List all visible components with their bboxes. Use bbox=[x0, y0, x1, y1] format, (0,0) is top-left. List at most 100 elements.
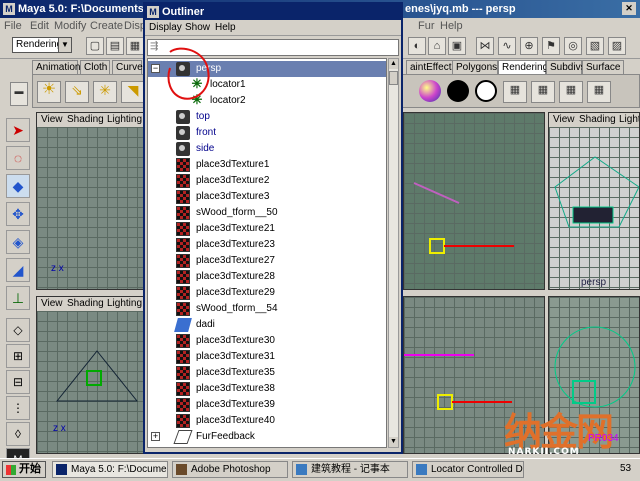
ambient-light-icon[interactable]: ☀ bbox=[37, 81, 61, 103]
outliner-item[interactable]: sWood_tform__50 bbox=[148, 205, 386, 221]
viewport-menu-view[interactable]: View bbox=[553, 113, 575, 127]
tab-polygons[interactable]: Polygons bbox=[452, 60, 498, 74]
tab-rendering[interactable]: Rendering bbox=[498, 60, 548, 74]
scroll-up-icon[interactable]: ▲ bbox=[389, 59, 398, 69]
spot-light-icon[interactable]: ◥ bbox=[121, 81, 145, 103]
snap-view-icon[interactable]: ⊕ bbox=[520, 37, 538, 55]
lock-icon[interactable]: ⌂ bbox=[428, 37, 446, 55]
hypershade-icon[interactable]: ◊ bbox=[6, 422, 30, 446]
viewport-top-right[interactable]: View Shading Lighting persp bbox=[548, 112, 640, 290]
outliner-item[interactable]: place3dTexture31 bbox=[148, 349, 386, 365]
new-scene-icon[interactable]: ▢ bbox=[86, 37, 104, 55]
menu-set-dropdown[interactable]: Rendering ▼ bbox=[12, 37, 72, 53]
outliner-scrollbar[interactable]: ▲ ▼ bbox=[388, 58, 399, 448]
render-icon[interactable]: ◐ bbox=[408, 37, 426, 55]
outliner-item[interactable]: place3dTexture23 bbox=[148, 237, 386, 253]
outliner-item[interactable]: place3dTexture1 bbox=[148, 157, 386, 173]
task-maya[interactable]: Maya 5.0: F:\Docume... bbox=[52, 461, 168, 478]
history-icon[interactable]: ⚑ bbox=[542, 37, 560, 55]
viewport-top-center[interactable] bbox=[403, 112, 545, 290]
outliner-item[interactable]: place3dTexture39 bbox=[148, 397, 386, 413]
black-shader-icon[interactable] bbox=[447, 80, 469, 102]
outliner-item[interactable]: sWood_tform__54 bbox=[148, 301, 386, 317]
paint-select-icon[interactable]: ◆ bbox=[6, 174, 30, 198]
menu-create[interactable]: Create bbox=[90, 20, 123, 32]
tab-surface[interactable]: Surface bbox=[582, 60, 624, 74]
hardware-render-icon[interactable]: ▦ bbox=[587, 81, 611, 103]
viewport-menu-lighting[interactable]: Lighting bbox=[619, 113, 639, 127]
outliner-item[interactable]: place3dTexture29 bbox=[148, 285, 386, 301]
persp-outliner-icon[interactable]: ⋮ bbox=[6, 396, 30, 420]
select-tool-icon[interactable]: ➤ bbox=[6, 118, 30, 142]
outliner-item[interactable]: place3dTexture21 bbox=[148, 221, 386, 237]
outliner-item[interactable]: place3dTexture30 bbox=[148, 333, 386, 349]
manipulator-icon[interactable]: ⊥ bbox=[6, 286, 30, 310]
menu-fur[interactable]: Fur bbox=[418, 20, 435, 32]
two-view-icon[interactable]: ⊟ bbox=[6, 370, 30, 394]
start-button[interactable]: 开始 bbox=[2, 461, 46, 478]
shelf-menu-icon[interactable]: ▬ bbox=[10, 82, 28, 106]
scale-tool-icon[interactable]: ◢ bbox=[6, 258, 30, 282]
menu-modify[interactable]: Modify bbox=[54, 20, 86, 32]
viewport-menu-view[interactable]: View bbox=[41, 113, 63, 127]
directional-light-icon[interactable]: ⇘ bbox=[65, 81, 89, 103]
outliner-menu-help[interactable]: Help bbox=[215, 22, 236, 33]
snap-grid-icon[interactable]: ▣ bbox=[448, 37, 466, 55]
chevron-down-icon[interactable]: ▼ bbox=[58, 38, 71, 52]
outliner-item[interactable]: place3dTexture38 bbox=[148, 381, 386, 397]
open-scene-icon[interactable]: ▤ bbox=[106, 37, 124, 55]
four-view-icon[interactable]: ⊞ bbox=[6, 344, 30, 368]
viewport-bottom-left[interactable]: View Shading Lighting z x bbox=[36, 296, 144, 454]
white-shader-icon[interactable] bbox=[475, 80, 497, 102]
single-view-icon[interactable]: ◇ bbox=[6, 318, 30, 342]
menu-edit[interactable]: Edit bbox=[30, 20, 49, 32]
outliner-menu-display[interactable]: Display bbox=[149, 22, 182, 33]
lasso-tool-icon[interactable]: ◌ bbox=[6, 146, 30, 170]
outliner-item[interactable]: side bbox=[148, 141, 386, 157]
outliner-item[interactable]: place3dTexture35 bbox=[148, 365, 386, 381]
outliner-item[interactable]: place3dTexture3 bbox=[148, 189, 386, 205]
outliner-item[interactable]: place3dTexture27 bbox=[148, 253, 386, 269]
outliner-item[interactable]: place3dTexture40 bbox=[148, 413, 386, 429]
collapse-icon[interactable]: − bbox=[151, 64, 160, 73]
ipr-icon[interactable]: ▧ bbox=[586, 37, 604, 55]
outliner-menu-show[interactable]: Show bbox=[185, 22, 210, 33]
outliner-list[interactable]: − persp ✳ locator1 ✳ locator2 top front side plac… bbox=[147, 58, 387, 448]
ipr-render-icon[interactable]: ▦ bbox=[531, 81, 555, 103]
render-globals-icon[interactable]: ▨ bbox=[608, 37, 626, 55]
outliner-item[interactable]: place3dTexture2 bbox=[148, 173, 386, 189]
task-notepad[interactable]: 建筑教程 - 记事本 bbox=[292, 461, 408, 478]
outliner-item[interactable]: place3dTexture28 bbox=[148, 269, 386, 285]
tab-cloth[interactable]: Cloth bbox=[80, 60, 110, 74]
snap-curve-icon[interactable]: ⋈ bbox=[476, 37, 494, 55]
viewport-menu-shading[interactable]: Shading bbox=[67, 113, 104, 127]
snap-point-icon[interactable]: ∿ bbox=[498, 37, 516, 55]
outliner-item[interactable]: dadi bbox=[148, 317, 386, 333]
viewport-menu-shading[interactable]: Shading bbox=[67, 297, 104, 311]
render-view-icon[interactable]: ◎ bbox=[564, 37, 582, 55]
scroll-thumb[interactable] bbox=[389, 71, 398, 85]
move-tool-icon[interactable]: ✥ bbox=[6, 202, 30, 226]
outliner-item[interactable]: + FurFeedback bbox=[148, 429, 386, 445]
viewport-menu-lighting[interactable]: Lighting bbox=[107, 113, 142, 127]
rotate-tool-icon[interactable]: ◈ bbox=[6, 230, 30, 254]
filter-arrows-icon[interactable]: ⇶ bbox=[150, 41, 158, 52]
clapper-icon[interactable]: ▦ bbox=[503, 81, 527, 103]
viewport-menu-view[interactable]: View bbox=[41, 297, 63, 311]
tab-animation[interactable]: Animation bbox=[32, 60, 80, 74]
outliner-item[interactable]: front bbox=[148, 125, 386, 141]
batch-render-icon[interactable]: ▦ bbox=[559, 81, 583, 103]
viewport-top-left[interactable]: View Shading Lighting z x bbox=[36, 112, 144, 290]
outliner-title-bar[interactable]: M Outliner bbox=[145, 4, 401, 20]
expand-icon[interactable]: + bbox=[151, 432, 160, 441]
viewport-menu-shading[interactable]: Shading bbox=[579, 113, 616, 127]
shader-ball-icon[interactable] bbox=[419, 80, 441, 102]
menu-file[interactable]: File bbox=[4, 20, 22, 32]
viewport-menu-lighting[interactable]: Lighting bbox=[107, 297, 142, 311]
point-light-icon[interactable]: ✳ bbox=[93, 81, 117, 103]
menu-help[interactable]: Help bbox=[440, 20, 463, 32]
task-photoshop[interactable]: Adobe Photoshop bbox=[172, 461, 288, 478]
close-icon[interactable]: ✕ bbox=[622, 2, 636, 15]
save-scene-icon[interactable]: ▦ bbox=[126, 37, 144, 55]
tab-subdivs[interactable]: Subdivs bbox=[546, 60, 586, 74]
